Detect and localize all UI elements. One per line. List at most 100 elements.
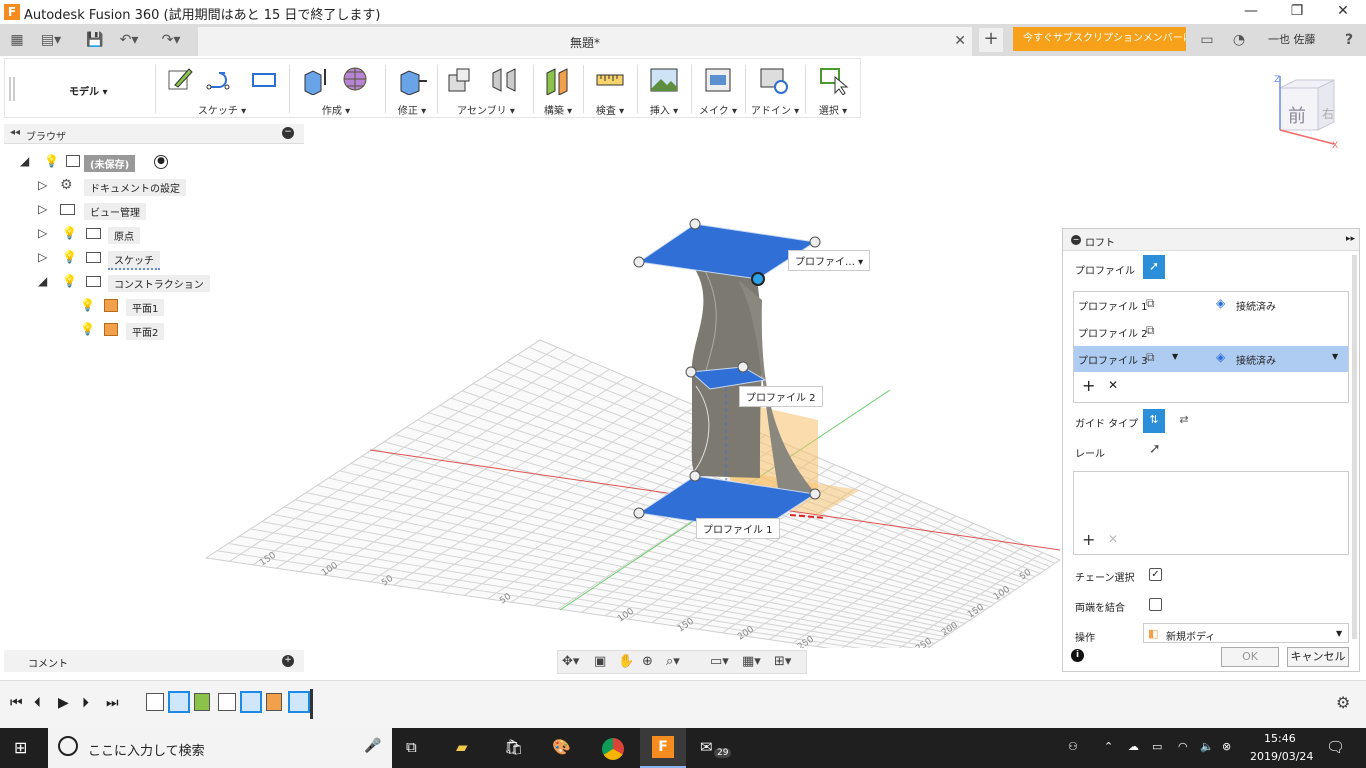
modify-group[interactable]: 修正 ▾: [389, 59, 435, 119]
file-explorer-icon[interactable]: ▰: [456, 738, 468, 756]
comment-panel[interactable]: コメント +: [4, 650, 304, 672]
go-to-start-icon[interactable]: ⏮: [10, 695, 23, 711]
remove-profile-button[interactable]: ✕: [1108, 378, 1118, 392]
construct-group[interactable]: 構築 ▾: [535, 59, 581, 119]
go-to-end-icon[interactable]: ⏭: [106, 695, 119, 711]
doc-tab-close-icon[interactable]: ✕: [954, 33, 966, 49]
task-view-icon[interactable]: ⧉: [406, 738, 417, 756]
battery-icon[interactable]: ▭: [1152, 740, 1162, 753]
look-at-icon[interactable]: ▣: [594, 654, 606, 669]
profile-type-icon[interactable]: ⧉: [1146, 350, 1155, 365]
add-profile-button[interactable]: +: [1082, 376, 1095, 395]
3d-viewport[interactable]: 150 100 50 50 100 150 200 250 50 100 150…: [0, 148, 1060, 648]
redo-icon[interactable]: ↷▾: [160, 30, 182, 50]
sketch-group[interactable]: スケッチ ▾: [159, 59, 285, 119]
profile-3-label[interactable]: プロファイ… ▾: [788, 250, 871, 271]
store-icon[interactable]: 🛍: [504, 738, 523, 756]
browser-header[interactable]: ◂◂ ブラウザ −: [4, 124, 304, 144]
tab-document[interactable]: 無題* ✕: [198, 27, 972, 56]
clock-time[interactable]: 15:46: [1264, 732, 1296, 745]
rail-select-icon[interactable]: ➚: [1149, 441, 1161, 457]
insert-group[interactable]: 挿入 ▾: [639, 59, 689, 119]
play-icon[interactable]: ▶: [58, 695, 69, 711]
profile-type-icon[interactable]: ⧉: [1146, 323, 1155, 338]
profile-2-label[interactable]: プロファイル 2: [739, 386, 823, 407]
chrome-icon[interactable]: [602, 738, 624, 760]
fusion-taskbar-button[interactable]: F: [640, 728, 686, 768]
taskbar-search[interactable]: ここに入力して検索 🎤: [48, 728, 392, 768]
profile-1-label[interactable]: プロファイル 1: [696, 518, 780, 539]
step-back-icon[interactable]: ⏴: [34, 695, 41, 711]
addins-group[interactable]: アドイン ▾: [747, 59, 803, 119]
select-group[interactable]: 選択 ▾: [807, 59, 859, 119]
pan-icon[interactable]: ✋: [618, 654, 634, 669]
ok-button[interactable]: OK: [1221, 647, 1279, 667]
action-center-icon[interactable]: 🗨: [1326, 738, 1345, 756]
create-group[interactable]: 作成 ▾: [293, 59, 379, 119]
clock-date[interactable]: 2019/03/24: [1250, 750, 1313, 763]
profile-status[interactable]: 接続済み: [1236, 298, 1276, 313]
user-account[interactable]: 一也 佐藤: [1268, 31, 1316, 47]
profile-type-icon[interactable]: ⧉: [1146, 296, 1155, 311]
chevron-down-icon[interactable]: ▼: [1332, 352, 1338, 361]
collapse-arrow-icon[interactable]: ◂◂: [10, 127, 20, 138]
list-item[interactable]: プロファイル 1 ⧉ ◈ 接続済み: [1074, 292, 1348, 318]
join-ends-checkbox[interactable]: [1149, 598, 1162, 611]
job-status-icon[interactable]: ◔: [1228, 30, 1250, 50]
notification-icon[interactable]: ▭: [1196, 30, 1218, 50]
mail-icon[interactable]: ✉: [700, 738, 713, 756]
timeline-settings-gear-icon[interactable]: ⚙: [1336, 693, 1350, 712]
remove-rail-button[interactable]: ✕: [1108, 532, 1118, 546]
guide-rails-button[interactable]: ⇅: [1143, 409, 1165, 433]
browser-minimize-icon[interactable]: −: [282, 127, 294, 139]
minimize-button[interactable]: —: [1228, 0, 1274, 24]
loft-expand-icon[interactable]: ▸▸: [1346, 234, 1355, 244]
loft-scrollbar[interactable]: [1352, 255, 1357, 639]
cancel-button[interactable]: キャンセル: [1287, 647, 1349, 667]
guide-centerline-button[interactable]: ⇄: [1173, 409, 1195, 433]
workspace-switcher[interactable]: モデル ▾: [13, 59, 158, 119]
list-item[interactable]: プロファイル 3 ⧉ ▼ ◈ 接続済み ▼: [1074, 346, 1348, 372]
fit-icon[interactable]: ⌕▾: [666, 654, 680, 669]
inspect-group[interactable]: 検査 ▾: [585, 59, 635, 119]
list-item[interactable]: プロファイル 2 ⧉: [1074, 319, 1348, 345]
volume-icon[interactable]: 🔈: [1200, 740, 1214, 753]
close-window-button[interactable]: ✕: [1320, 0, 1366, 24]
timeline-sketch-icon[interactable]: [288, 691, 310, 713]
apps-grid-icon[interactable]: ▦: [6, 30, 28, 50]
comment-add-icon[interactable]: +: [282, 655, 294, 667]
viewcube[interactable]: 前 右 Z X: [1272, 74, 1340, 150]
timeline-sketch-icon[interactable]: [240, 691, 262, 713]
profile-status[interactable]: 接続済み: [1236, 352, 1276, 367]
info-icon[interactable]: i: [1071, 649, 1084, 662]
add-rail-button[interactable]: +: [1082, 530, 1095, 549]
chevron-down-icon[interactable]: ▼: [1172, 352, 1178, 361]
viewports-icon[interactable]: ⊞▾: [774, 654, 791, 669]
zoom-icon[interactable]: ⊕: [642, 654, 653, 669]
grid-settings-icon[interactable]: ▦▾: [742, 654, 761, 669]
undo-icon[interactable]: ↶▾: [118, 30, 140, 50]
new-tab-button[interactable]: +: [979, 28, 1003, 52]
help-icon[interactable]: ?: [1338, 30, 1360, 50]
save-icon[interactable]: 💾: [84, 30, 106, 50]
chevron-up-icon[interactable]: ⌃: [1104, 740, 1113, 753]
people-icon[interactable]: ⚇: [1068, 740, 1078, 753]
windows-start-icon[interactable]: ⊞: [14, 738, 27, 757]
subscription-button[interactable]: 今すぐサブスクリプションメンバーに…: [1013, 27, 1186, 51]
chain-select-checkbox[interactable]: ✓: [1149, 568, 1162, 581]
ime-icon[interactable]: ⊗: [1222, 740, 1231, 753]
timeline-plane-icon[interactable]: [266, 693, 282, 711]
display-settings-icon[interactable]: ▭▾: [710, 654, 729, 669]
onedrive-icon[interactable]: ☁: [1128, 740, 1139, 753]
timeline-sketch-icon[interactable]: [168, 691, 190, 713]
profile-select-button[interactable]: ➚: [1143, 255, 1165, 279]
timeline-sketch-icon[interactable]: [218, 693, 236, 711]
microphone-icon[interactable]: 🎤: [364, 738, 381, 754]
timeline-marker[interactable]: [310, 689, 313, 719]
wifi-icon[interactable]: ◠: [1178, 740, 1188, 753]
orbit-icon[interactable]: ✥▾: [562, 654, 579, 669]
assembly-group[interactable]: アセンブリ ▾: [441, 59, 531, 119]
timeline-sketch-icon[interactable]: [146, 693, 164, 711]
step-forward-icon[interactable]: ⏵: [82, 695, 89, 711]
operation-select[interactable]: ◧ 新規ボディ ▼: [1143, 623, 1349, 643]
